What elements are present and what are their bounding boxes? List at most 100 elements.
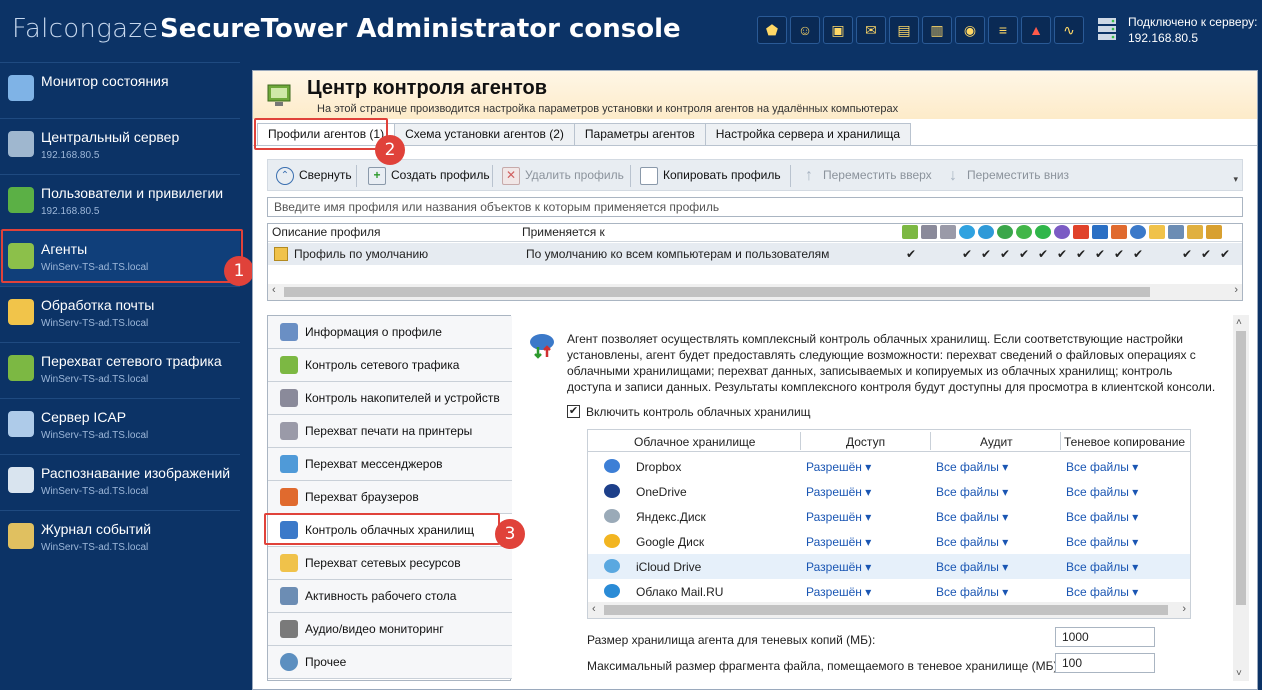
network-icon[interactable]: ▣ (823, 16, 853, 44)
sidebar-item-traffic[interactable]: Перехват сетевого трафика WinServ-TS-ad.… (0, 342, 240, 398)
access-dropdown[interactable]: Разрешён ▾ (806, 485, 871, 499)
shadow-dropdown[interactable]: Все файлы ▾ (1066, 510, 1138, 524)
table-row[interactable]: Google Диск Разрешён ▾ Все файлы ▾ Все ф… (588, 529, 1190, 554)
sidebar-item-ocr[interactable]: Распознавание изображений WinServ-TS-ad.… (0, 454, 240, 510)
col-description[interactable]: Описание профиля (272, 225, 380, 239)
ocr-icon[interactable]: ◉ (955, 16, 985, 44)
sidebar-item-label: Журнал событий (41, 521, 152, 537)
table-row[interactable]: Яндекс.Диск Разрешён ▾ Все файлы ▾ Все ф… (588, 504, 1190, 529)
col-storage[interactable]: Облачное хранилище (634, 435, 755, 449)
sidebar-item-sub: WinServ-TS-ad.TS.local (41, 542, 149, 553)
check-mark: ✔ (1038, 247, 1049, 261)
scroll-right-icon[interactable]: › (1234, 284, 1238, 296)
sidebar-item-label: Центральный сервер (41, 129, 180, 145)
checkbox-checked-icon[interactable]: ✔ (567, 405, 580, 419)
sidebar-item-monitor[interactable]: Монитор состояния (0, 62, 240, 118)
module-av-monitoring[interactable]: Аудио/видео мониторинг (268, 613, 512, 646)
module-network-resources[interactable]: Перехват сетевых ресурсов (268, 547, 512, 580)
scroll-left-icon[interactable]: ‹ (272, 284, 276, 296)
scroll-right-icon[interactable]: › (1182, 603, 1186, 615)
access-dropdown[interactable]: Разрешён ▾ (806, 535, 871, 549)
sidebar-item-mail[interactable]: Обработка почты WinServ-TS-ad.TS.local (0, 286, 240, 342)
toolbar-overflow-icon[interactable]: ▾ (1233, 174, 1238, 185)
audit-dropdown[interactable]: Все файлы ▾ (936, 585, 1008, 599)
module-browsers[interactable]: Перехват браузеров (268, 481, 512, 514)
traffic-icon[interactable]: ▤ (889, 16, 919, 44)
yandex-disk-icon (604, 509, 620, 523)
mail-icon[interactable]: ✉ (856, 16, 886, 44)
audit-dropdown[interactable]: Все файлы ▾ (936, 460, 1008, 474)
pane-vertical-scrollbar[interactable]: ˄ ˅ (1233, 315, 1249, 681)
audit-dropdown[interactable]: Все файлы ▾ (936, 510, 1008, 524)
module-desktop-activity[interactable]: Активность рабочего стола (268, 580, 512, 613)
delete-profile-button[interactable]: ✕ Удалить профиль (502, 160, 624, 190)
shadow-dropdown[interactable]: Все файлы ▾ (1066, 485, 1138, 499)
column-separator[interactable] (1060, 432, 1061, 450)
table-row[interactable]: Профиль по умолчанию По умолчанию ко все… (268, 243, 1242, 265)
sidebar-item-label: Сервер ICAP (41, 409, 127, 425)
access-dropdown[interactable]: Разрешён ▾ (806, 510, 871, 524)
copy-profile-button[interactable]: Копировать профиль (640, 160, 781, 190)
fragment-size-input[interactable]: 100 (1055, 653, 1155, 673)
move-up-button[interactable]: ↑ Переместить вверх (800, 160, 932, 190)
scroll-down-icon[interactable]: ˅ (1236, 668, 1242, 679)
table-row[interactable]: iCloud Drive Разрешён ▾ Все файлы ▾ Все … (588, 554, 1190, 579)
shadow-dropdown[interactable]: Все файлы ▾ (1066, 585, 1138, 599)
module-network-traffic[interactable]: Контроль сетевого трафика (268, 349, 512, 382)
access-dropdown[interactable]: Разрешён ▾ (806, 560, 871, 574)
tab-agent-params[interactable]: Параметры агентов (573, 123, 706, 145)
column-separator[interactable] (930, 432, 931, 450)
scrollbar-thumb[interactable] (604, 605, 1168, 615)
toolbar-separator (356, 165, 357, 187)
profiles-toolbar: ⌃ Свернуть + Создать профиль ✕ Удалить проф… (267, 159, 1243, 191)
column-separator[interactable] (800, 432, 801, 450)
mail-icon (8, 299, 34, 325)
scrollbar-thumb[interactable] (1236, 331, 1246, 605)
shield-icon[interactable]: ⬟ (757, 16, 787, 44)
col-access[interactable]: Доступ (846, 435, 885, 449)
tab-server-storage[interactable]: Настройка сервера и хранилища (704, 123, 912, 145)
col-applies-to[interactable]: Применяется к (522, 225, 605, 239)
tab-install-scheme[interactable]: Схема установки агентов (2) (394, 123, 575, 145)
shadow-dropdown[interactable]: Все файлы ▾ (1066, 535, 1138, 549)
module-devices[interactable]: Контроль накопителей и устройств (268, 382, 512, 415)
storage-icon[interactable]: ▥ (922, 16, 952, 44)
grid-horizontal-scrollbar[interactable]: ‹ › (268, 284, 1242, 300)
module-messengers[interactable]: Перехват мессенджеров (268, 448, 512, 481)
check-mark: ✔ (906, 247, 917, 261)
users-icon (8, 187, 34, 213)
col-shadow-copy[interactable]: Теневое копирование (1064, 435, 1185, 449)
access-dropdown[interactable]: Разрешён ▾ (806, 585, 871, 599)
table-row[interactable]: Облако Mail.RU Разрешён ▾ Все файлы ▾ Вс… (588, 579, 1190, 604)
move-down-button[interactable]: ↓ Переместить вниз (944, 160, 1069, 190)
scrollbar-thumb[interactable] (284, 287, 1150, 297)
enable-cloud-control-checkbox[interactable]: ✔ Включить контроль облачных хранилищ (567, 405, 811, 419)
scroll-left-icon[interactable]: ‹ (592, 603, 596, 615)
profile-filter-input[interactable]: Введите имя профиля или названия объекто… (267, 197, 1243, 217)
access-dropdown[interactable]: Разрешён ▾ (806, 460, 871, 474)
sidebar-item-users[interactable]: Пользователи и привилегии 192.168.80.5 (0, 174, 240, 230)
audit-dropdown[interactable]: Все файлы ▾ (936, 535, 1008, 549)
report-icon[interactable]: ≡ (988, 16, 1018, 44)
shadow-dropdown[interactable]: Все файлы ▾ (1066, 460, 1138, 474)
audit-dropdown[interactable]: Все файлы ▾ (936, 560, 1008, 574)
col-audit[interactable]: Аудит (980, 435, 1013, 449)
table-horizontal-scrollbar[interactable]: ‹ › (588, 602, 1190, 618)
shadow-size-input[interactable]: 1000 (1055, 627, 1155, 647)
sidebar-item-log[interactable]: Журнал событий WinServ-TS-ad.TS.local (0, 510, 240, 566)
module-other[interactable]: Прочее (268, 646, 512, 679)
collapse-button[interactable]: ⌃ Свернуть (276, 160, 352, 190)
table-row[interactable]: OneDrive Разрешён ▾ Все файлы ▾ Все файл… (588, 479, 1190, 504)
phone-icon (1073, 225, 1089, 239)
shadow-dropdown[interactable]: Все файлы ▾ (1066, 560, 1138, 574)
sidebar-item-central-server[interactable]: Центральный сервер 192.168.80.5 (0, 118, 240, 174)
module-profile-info[interactable]: Информация о профиле (268, 316, 512, 349)
sidebar-item-icap[interactable]: Сервер ICAP WinServ-TS-ad.TS.local (0, 398, 240, 454)
users-icon[interactable]: ☺ (790, 16, 820, 44)
scroll-up-icon[interactable]: ˄ (1236, 317, 1242, 328)
audit-dropdown[interactable]: Все файлы ▾ (936, 485, 1008, 499)
module-printing[interactable]: Перехват печати на принтеры (268, 415, 512, 448)
chart-icon[interactable]: ∿ (1054, 16, 1084, 44)
alarm-icon[interactable]: ▲ (1021, 16, 1051, 44)
table-row[interactable]: Dropbox Разрешён ▾ Все файлы ▾ Все файлы… (588, 454, 1190, 479)
